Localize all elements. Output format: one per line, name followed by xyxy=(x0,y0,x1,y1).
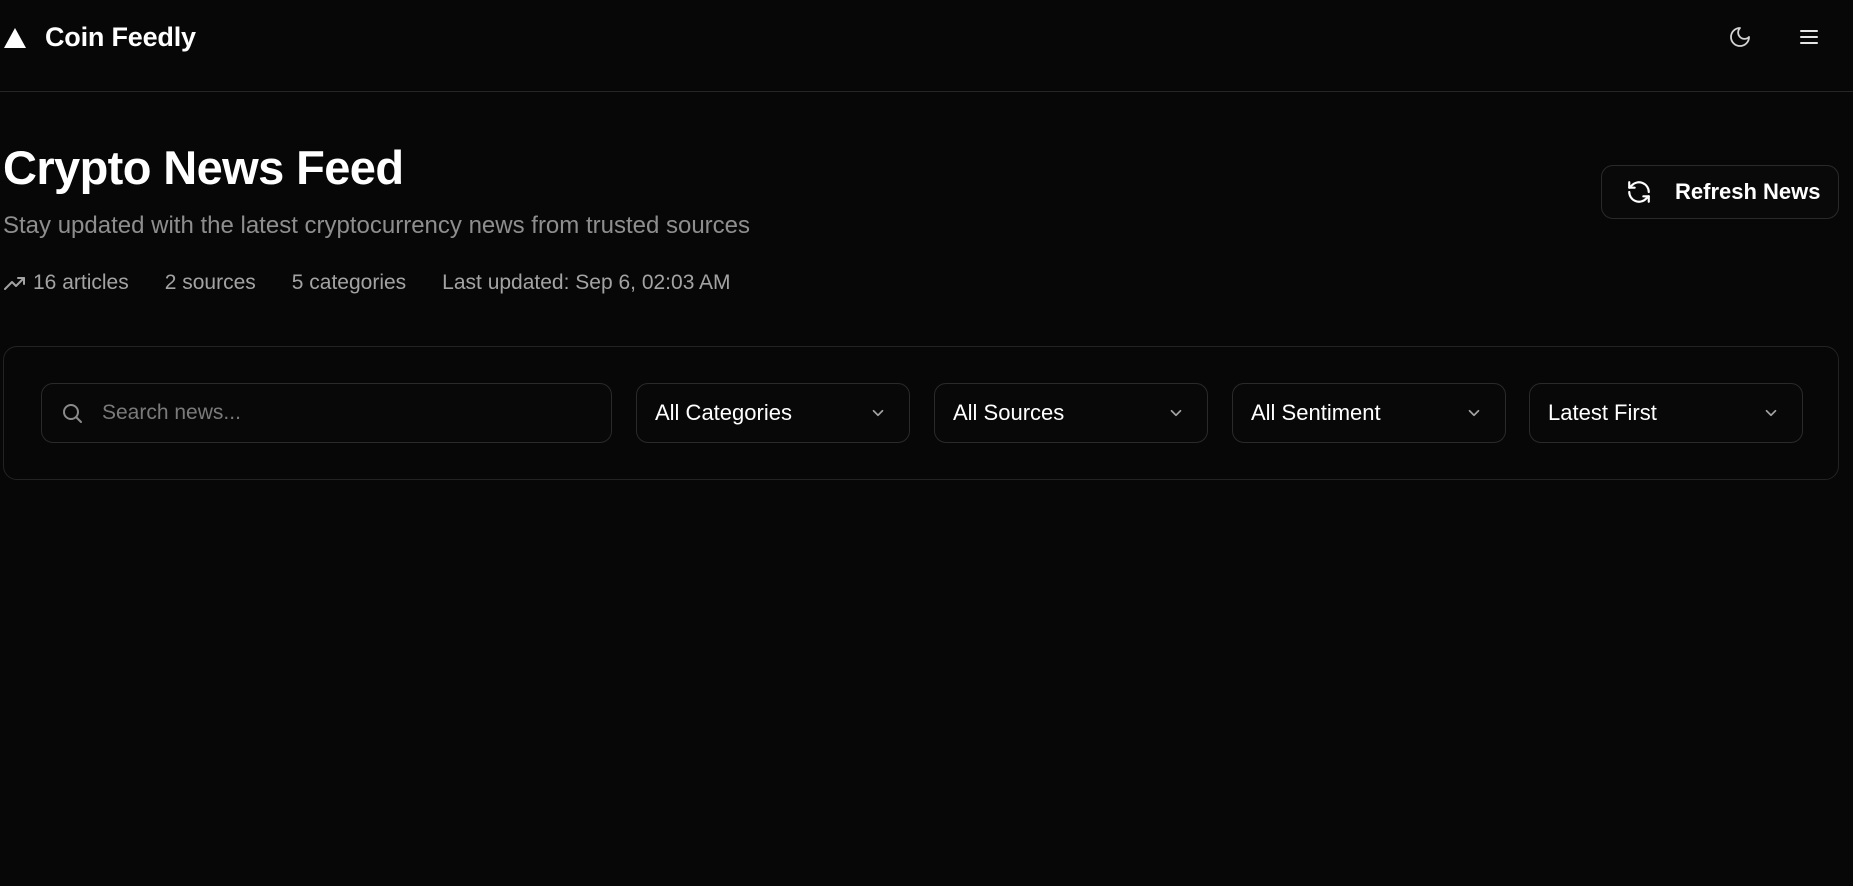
chevron-down-icon xyxy=(1468,409,1480,417)
page-title: Crypto News Feed xyxy=(3,141,404,194)
sort-select[interactable]: Latest First xyxy=(1529,383,1803,443)
sentiment-select[interactable]: All Sentiment xyxy=(1232,383,1506,443)
triangle-logo-icon xyxy=(4,27,26,48)
sort-select-value: Latest First xyxy=(1548,400,1657,425)
refresh-news-button[interactable]: Refresh News xyxy=(1601,165,1839,219)
sentiment-select-value: All Sentiment xyxy=(1251,400,1381,425)
brand[interactable]: Coin Feedly xyxy=(3,22,196,53)
articles-count: 16 articles xyxy=(3,271,129,295)
theme-toggle-button[interactable] xyxy=(1725,22,1755,52)
categories-count: 5 categories xyxy=(291,271,407,294)
hamburger-menu-icon xyxy=(1800,30,1818,44)
top-navbar: Coin Feedly xyxy=(0,0,1853,92)
search-field[interactable] xyxy=(41,383,612,443)
chevron-down-icon xyxy=(872,409,884,417)
refresh-icon xyxy=(1628,181,1650,203)
stats-row: 16 articles 2 sources 5 categories Last … xyxy=(3,271,767,295)
menu-button[interactable] xyxy=(1794,22,1824,52)
category-select-value: All Categories xyxy=(655,400,792,425)
page-subtitle: Stay updated with the latest cryptocurre… xyxy=(3,212,751,239)
source-select[interactable]: All Sources xyxy=(934,383,1208,443)
search-input[interactable] xyxy=(102,393,562,433)
last-updated: Last updated: Sep 6, 02:03 AM xyxy=(442,271,731,294)
moon-icon xyxy=(1730,27,1750,47)
filter-panel: All Categories All Sources All Sentiment… xyxy=(3,346,1839,480)
sources-count: 2 sources xyxy=(164,271,256,294)
chevron-down-icon xyxy=(1170,409,1182,417)
search-icon xyxy=(63,404,82,423)
articles-count-label: 16 articles xyxy=(33,271,129,294)
brand-name: Coin Feedly xyxy=(45,22,196,52)
refresh-news-label: Refresh News xyxy=(1675,179,1821,204)
trending-up-icon xyxy=(4,277,25,290)
source-select-value: All Sources xyxy=(953,400,1065,425)
chevron-down-icon xyxy=(1765,409,1777,417)
category-select[interactable]: All Categories xyxy=(636,383,910,443)
